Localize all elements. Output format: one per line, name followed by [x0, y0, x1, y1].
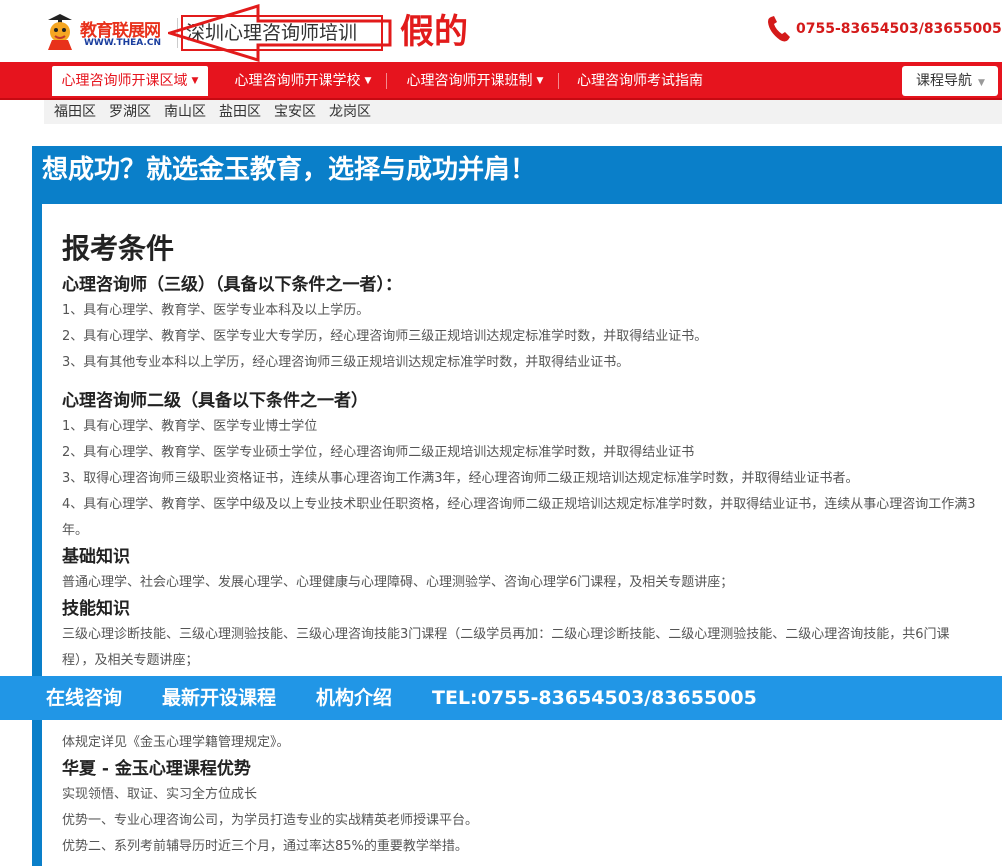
section-heading: 心理咨询师二级（具备以下条件之一者）: [62, 391, 368, 411]
phone-icon: [768, 16, 790, 42]
district-link[interactable]: 宝安区: [274, 100, 316, 124]
section-heading: 技能知识: [62, 599, 130, 619]
list-item: 实现领悟、取证、实习全方位成长: [62, 787, 258, 802]
list-item: 2、具有心理学、教育学、医学专业硕士学位，经心理咨询师二级正规培训达规定标准学时…: [62, 445, 695, 460]
annotation-fake-label: 假的: [400, 12, 468, 52]
page-title: 报考条件: [62, 232, 175, 265]
paragraph: 普通心理学、社会心理学、发展心理学、心理健康与心理障碍、心理测验学、咨询心理学6…: [62, 575, 734, 590]
nav-item-school[interactable]: 心理咨询师开课学校 ▼: [222, 66, 384, 96]
section-heading: 基础知识: [62, 547, 130, 567]
nav-divider: [386, 73, 387, 89]
list-item: 3、取得心理咨询师三级职业资格证书，连续从事心理咨询工作满3年，经心理咨询师二级…: [62, 471, 859, 486]
course-nav-label: 课程导航: [916, 73, 972, 89]
nav-item-region[interactable]: 心理咨询师开课区域 ▼: [52, 66, 208, 96]
logo-url: WWW.THEA.CN: [84, 38, 161, 48]
district-subnav: 福田区 罗湖区 南山区 盐田区 宝安区 龙岗区: [44, 100, 1002, 124]
chevron-down-icon: ▼: [536, 76, 544, 86]
list-item: 1、具有心理学、教育学、医学专业博士学位: [62, 419, 318, 434]
nav-item-label: 心理咨询师开课区域: [61, 73, 188, 89]
new-courses-link[interactable]: 最新开设课程: [162, 676, 276, 720]
district-link[interactable]: 福田区: [54, 100, 96, 124]
section-heading: 心理咨询师（三级）（具备以下条件之一者）：: [62, 275, 402, 295]
mascot-icon: [48, 14, 72, 50]
chevron-down-icon: ▼: [191, 76, 199, 86]
list-item: 优势二、系列考前辅导历时近三个月，通过率达85%的重要教学举措。: [62, 839, 468, 854]
online-consult-link[interactable]: 在线咨询: [46, 676, 122, 720]
nav-item-label: 心理咨询师考试指南: [577, 73, 703, 89]
list-item: 优势一、专业心理咨询公司，为学员打造专业的实战精英老师授课平台。: [62, 813, 479, 828]
list-item: 2、具有心理学、教育学、医学专业大专学历，经心理咨询师三级正规培训达规定标准学时…: [62, 329, 708, 344]
paragraph: 三级心理诊断技能、三级心理测验技能、三级心理咨询技能3门课程（二级学员再加：二级…: [62, 627, 950, 668]
district-link[interactable]: 盐田区: [219, 100, 261, 124]
article-content-lower: 体规定详见《金玉心理学籍管理规定》。 华夏 - 金玉心理课程优势 实现领悟、取证…: [62, 730, 982, 860]
site-logo[interactable]: 教育联展网 WWW.THEA.CN: [40, 12, 170, 52]
tel-link[interactable]: TEL:0755-83654503/83655005: [432, 676, 757, 720]
about-link[interactable]: 机构介绍: [316, 676, 392, 720]
nav-item-class[interactable]: 心理咨询师开课班制 ▼: [394, 66, 556, 96]
phone-number: 0755-83654503/83655005: [796, 21, 1002, 37]
list-item: 1、具有心理学、教育学、医学专业本科及以上学历。: [62, 303, 370, 318]
chevron-down-icon: ▼: [978, 78, 985, 88]
district-link[interactable]: 龙岗区: [329, 100, 371, 124]
course-nav-dropdown[interactable]: 课程导航 ▼: [902, 66, 998, 96]
district-link[interactable]: 罗湖区: [109, 100, 151, 124]
paragraph: 体规定详见《金玉心理学籍管理规定》。: [62, 735, 290, 750]
banner-text: 想成功？就选金玉教育，选择与成功并肩！: [42, 155, 537, 185]
promo-banner: 想成功？就选金玉教育，选择与成功并肩！: [32, 146, 1002, 204]
main-nav: 心理咨询师开课区域 ▼ 心理咨询师开课学校 ▼ 心理咨询师开课班制 ▼ 心理咨询师考试…: [0, 62, 1002, 100]
list-item: 4、具有心理学、教育学、医学中级及以上专业技术职业任职资格，经心理咨询师二级正规…: [62, 497, 976, 538]
site-header: 教育联展网 WWW.THEA.CN 深圳心理咨询师培训 假的 0755-8365…: [0, 0, 1002, 63]
chevron-down-icon: ▼: [364, 76, 372, 86]
annotation-arrow-icon: [168, 4, 392, 63]
list-item: 3、具有其他专业本科以上学历，经心理咨询师三级正规培训达规定标准学时数，并取得结…: [62, 355, 630, 370]
header-phone: 0755-83654503/83655005: [766, 14, 1002, 44]
nav-item-guide[interactable]: 心理咨询师考试指南: [566, 66, 714, 96]
section-heading: 华夏 - 金玉心理课程优势: [62, 759, 251, 779]
floating-contact-bar: 在线咨询 最新开设课程 机构介绍 TEL:0755-83654503/83655…: [0, 676, 1002, 720]
district-link[interactable]: 南山区: [164, 100, 206, 124]
article-content: 报考条件 心理咨询师（三级）（具备以下条件之一者）： 1、具有心理学、教育学、医…: [62, 226, 982, 674]
nav-item-label: 心理咨询师开课学校: [234, 73, 361, 89]
nav-divider: [558, 73, 559, 89]
nav-item-label: 心理咨询师开课班制: [406, 73, 533, 89]
